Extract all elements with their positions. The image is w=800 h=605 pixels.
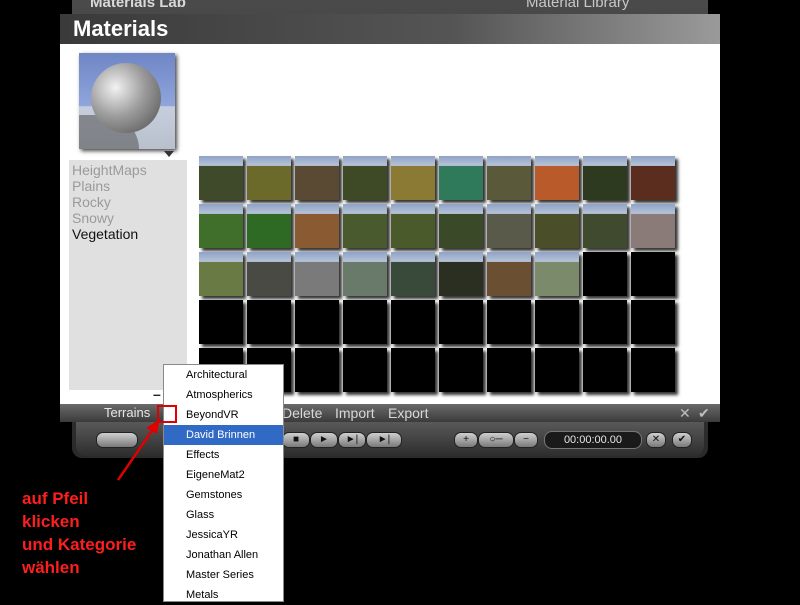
empty-thumbnail-slot — [439, 300, 483, 344]
category-list: HeightMaps Plains Rocky Snowy Vegetation — [69, 160, 187, 390]
category-heightmaps[interactable]: HeightMaps — [69, 162, 187, 178]
export-button[interactable]: Export — [388, 404, 428, 422]
material-thumbnail[interactable] — [535, 252, 579, 296]
empty-thumbnail-slot — [583, 252, 627, 296]
empty-thumbnail-slot — [391, 300, 435, 344]
material-thumbnail[interactable] — [391, 204, 435, 248]
playback-mode-button[interactable] — [96, 432, 138, 448]
empty-thumbnail-slot — [631, 348, 675, 392]
empty-thumbnail-slot — [631, 252, 675, 296]
play-button[interactable]: ► — [310, 432, 338, 448]
material-thumbnail[interactable] — [247, 156, 291, 200]
go-to-end-button[interactable]: ►| — [366, 432, 402, 448]
material-thumbnail[interactable] — [391, 156, 435, 200]
empty-thumbnail-slot — [631, 300, 675, 344]
material-thumbnail[interactable] — [487, 204, 531, 248]
dropdown-item[interactable]: Gemstones — [164, 485, 283, 505]
material-thumbnail[interactable] — [439, 252, 483, 296]
material-thumbnail[interactable] — [583, 204, 627, 248]
material-thumbnail[interactable] — [199, 204, 243, 248]
empty-thumbnail-slot — [295, 300, 339, 344]
dropdown-item[interactable]: David Brinnen — [164, 425, 283, 445]
material-thumbnail[interactable] — [535, 156, 579, 200]
empty-thumbnail-slot — [487, 300, 531, 344]
material-thumbnail[interactable] — [295, 156, 339, 200]
remove-keyframe-button[interactable]: − — [514, 432, 538, 448]
material-preview[interactable] — [79, 53, 175, 149]
key-button[interactable]: ○─ — [478, 432, 514, 448]
material-thumbnail[interactable] — [343, 156, 387, 200]
material-thumbnail[interactable] — [343, 252, 387, 296]
material-thumbnail[interactable] — [487, 156, 531, 200]
materials-panel: Materials HeightMaps Plains Rocky Snowy … — [60, 14, 720, 422]
collapse-minus-icon[interactable]: – — [153, 386, 161, 402]
dropdown-item[interactable]: JessicaYR — [164, 525, 283, 545]
dropdown-item[interactable]: Effects — [164, 445, 283, 465]
empty-thumbnail-slot — [583, 348, 627, 392]
empty-thumbnail-slot — [247, 300, 291, 344]
dropdown-item[interactable]: Jonathan Allen — [164, 545, 283, 565]
dropdown-item[interactable]: Glass — [164, 505, 283, 525]
empty-thumbnail-slot — [343, 300, 387, 344]
material-thumbnail[interactable] — [295, 252, 339, 296]
delete-button[interactable]: Delete — [282, 404, 322, 422]
import-button[interactable]: Import — [335, 404, 375, 422]
stop-button[interactable]: ■ — [282, 432, 310, 448]
preview-menu-caret-icon[interactable] — [164, 151, 174, 157]
material-thumbnail[interactable] — [439, 204, 483, 248]
time-display: 00:00:00.00 — [544, 431, 642, 449]
panel-header: Materials — [60, 14, 720, 44]
empty-thumbnail-slot — [583, 300, 627, 344]
material-thumbnail[interactable] — [631, 204, 675, 248]
empty-thumbnail-slot — [535, 300, 579, 344]
empty-thumbnail-slot — [535, 348, 579, 392]
material-thumbnail[interactable] — [247, 252, 291, 296]
panel-title: Materials — [73, 16, 169, 41]
annotation-text: auf Pfeil klicken und Kategorie wählen — [22, 489, 137, 577]
material-thumbnail[interactable] — [487, 252, 531, 296]
annotation-highlight-box — [157, 405, 177, 423]
timeline-ok-button[interactable]: ✔ — [672, 432, 692, 448]
material-thumbnail[interactable] — [391, 252, 435, 296]
material-thumbnail[interactable] — [535, 204, 579, 248]
material-thumbnail[interactable] — [295, 204, 339, 248]
material-thumbnail-grid — [199, 156, 679, 396]
step-forward-button[interactable]: ►| — [338, 432, 366, 448]
cancel-icon[interactable]: ✕ — [679, 404, 691, 422]
material-thumbnail[interactable] — [247, 204, 291, 248]
material-thumbnail[interactable] — [439, 156, 483, 200]
empty-thumbnail-slot — [439, 348, 483, 392]
dropdown-item[interactable]: BeyondVR — [164, 405, 283, 425]
dropdown-item[interactable]: Metals — [164, 585, 283, 605]
material-thumbnail[interactable] — [583, 156, 627, 200]
category-rocky[interactable]: Rocky — [69, 194, 187, 210]
empty-thumbnail-slot — [295, 348, 339, 392]
empty-thumbnail-slot — [487, 348, 531, 392]
material-thumbnail[interactable] — [199, 252, 243, 296]
tab-material-library[interactable]: Material Library — [526, 0, 629, 11]
material-thumbnail[interactable] — [343, 204, 387, 248]
empty-thumbnail-slot — [391, 348, 435, 392]
dropdown-item[interactable]: Atmospherics — [164, 385, 283, 405]
dropdown-item[interactable]: Master Series — [164, 565, 283, 585]
add-keyframe-button[interactable]: + — [454, 432, 478, 448]
ok-icon[interactable]: ✔ — [698, 404, 710, 422]
category-vegetation[interactable]: Vegetation — [69, 226, 187, 242]
dropdown-item[interactable]: Architectural — [164, 365, 283, 385]
empty-thumbnail-slot — [199, 300, 243, 344]
empty-thumbnail-slot — [343, 348, 387, 392]
tab-materials-lab[interactable]: Materials Lab — [90, 0, 186, 11]
category-snowy[interactable]: Snowy — [69, 210, 187, 226]
library-dropdown-menu: Architectural Atmospherics BeyondVR David B… — [163, 364, 284, 602]
library-dropdown[interactable]: Terrains — [104, 404, 150, 422]
dropdown-item[interactable]: EigeneMat2 — [164, 465, 283, 485]
material-thumbnail[interactable] — [199, 156, 243, 200]
material-thumbnail[interactable] — [631, 156, 675, 200]
category-plains[interactable]: Plains — [69, 178, 187, 194]
timeline-cancel-button[interactable]: ✕ — [646, 432, 666, 448]
preview-sphere — [91, 63, 161, 133]
